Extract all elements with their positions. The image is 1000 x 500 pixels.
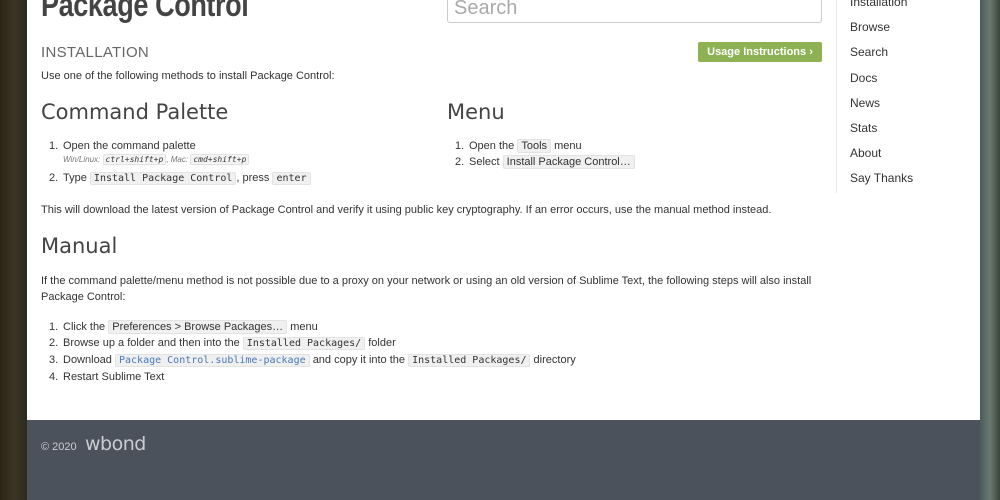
step-text: Download <box>63 354 112 366</box>
mac-label: , Mac: <box>166 155 189 164</box>
sidebar-nav: Installation Browse Search Docs News Sta… <box>836 0 980 193</box>
folder-code: Installed Packages/ <box>408 354 531 367</box>
page-content: Package Control INSTALLATION Usage Instr… <box>27 0 980 420</box>
list-item: 1. Open the command palette Win/Linux: c… <box>41 138 311 166</box>
shortcut-hint: Win/Linux: ctrl+shift+p, Mac: cmd+shift+… <box>63 154 311 166</box>
search-input[interactable] <box>447 0 822 23</box>
key-code: enter <box>272 172 311 185</box>
brand-link[interactable]: wbond <box>85 433 146 455</box>
download-package-link[interactable]: Package Control.sublime-package <box>119 355 306 366</box>
sidebar-item-installation[interactable]: Installation <box>837 0 980 15</box>
step-text: and copy it into the <box>312 354 406 366</box>
command-palette-heading: Command Palette <box>41 100 229 124</box>
sidebar-item-say-thanks[interactable]: Say Thanks <box>837 166 980 191</box>
menu-code: Install Package Control… <box>502 155 635 169</box>
site-logo[interactable]: Package Control <box>41 0 249 24</box>
step-number: 1. <box>455 140 465 152</box>
step-text: Open the command palette <box>63 140 196 152</box>
list-item: 2. Select Install Package Control… <box>447 154 635 170</box>
menu-heading: Menu <box>447 100 505 124</box>
step-text: Select <box>469 156 500 168</box>
step-number: 2. <box>455 156 465 168</box>
section-tag: INSTALLATION <box>41 44 150 61</box>
step-text: Click the <box>63 321 106 333</box>
step-text: Restart Sublime Text <box>63 371 165 383</box>
copyright: © 2020 <box>41 441 77 453</box>
step-text: menu <box>554 140 582 152</box>
step-number: 4. <box>49 371 59 383</box>
step-text: folder <box>368 337 396 349</box>
manual-description: If the command palette/menu method is no… <box>41 275 812 303</box>
usage-instructions-button[interactable]: Usage Instructions › <box>698 42 822 62</box>
menu-steps: 1. Open the Tools menu 2. Select Install… <box>447 138 635 170</box>
command-palette-steps: 1. Open the command palette Win/Linux: c… <box>41 138 311 187</box>
step-number: 1. <box>49 321 59 333</box>
sidebar-item-docs[interactable]: Docs <box>837 66 980 91</box>
step-text: Type <box>63 172 87 184</box>
step-number: 2. <box>49 337 59 349</box>
manual-heading: Manual <box>41 234 118 258</box>
intro-text: Use one of the following methods to inst… <box>41 70 335 82</box>
folder-code: Installed Packages/ <box>242 337 366 350</box>
sidebar-item-search[interactable]: Search <box>837 40 980 65</box>
step-text: directory <box>533 354 576 366</box>
footer: © 2020 wbond <box>27 420 980 500</box>
list-item: 1. Click the Preferences > Browse Packag… <box>41 319 576 335</box>
step-text: Browse up a folder and then into the <box>63 337 240 349</box>
list-item: 4. Restart Sublime Text <box>41 369 576 385</box>
menu-code: Preferences > Browse Packages… <box>108 320 288 334</box>
sidebar-item-stats[interactable]: Stats <box>837 116 980 141</box>
sidebar-item-about[interactable]: About <box>837 141 980 166</box>
command-code: Install Package Control <box>89 172 237 185</box>
step-number: 3. <box>49 354 59 366</box>
sidebar-item-browse[interactable]: Browse <box>837 15 980 40</box>
step-text: menu <box>290 321 318 333</box>
list-item: 2. Browse up a folder and then into the … <box>41 335 576 352</box>
verify-note: This will download the latest version of… <box>41 204 772 216</box>
list-item: 2. Type Install Package Control, press e… <box>41 170 311 187</box>
manual-steps: 1. Click the Preferences > Browse Packag… <box>41 319 576 385</box>
list-item: 1. Open the Tools menu <box>447 138 635 154</box>
step-text: Open the <box>469 140 515 152</box>
sidebar-item-news[interactable]: News <box>837 91 980 116</box>
mac-shortcut: cmd+shift+p <box>190 154 250 165</box>
win-label: Win/Linux: <box>63 155 101 164</box>
menu-code: Tools <box>517 139 552 153</box>
step-number: 2. <box>49 172 59 184</box>
step-text: , press <box>236 172 270 184</box>
win-shortcut: ctrl+shift+p <box>102 154 167 165</box>
list-item: 3. Download Package Control.sublime-pack… <box>41 352 576 369</box>
step-number: 1. <box>49 140 59 152</box>
